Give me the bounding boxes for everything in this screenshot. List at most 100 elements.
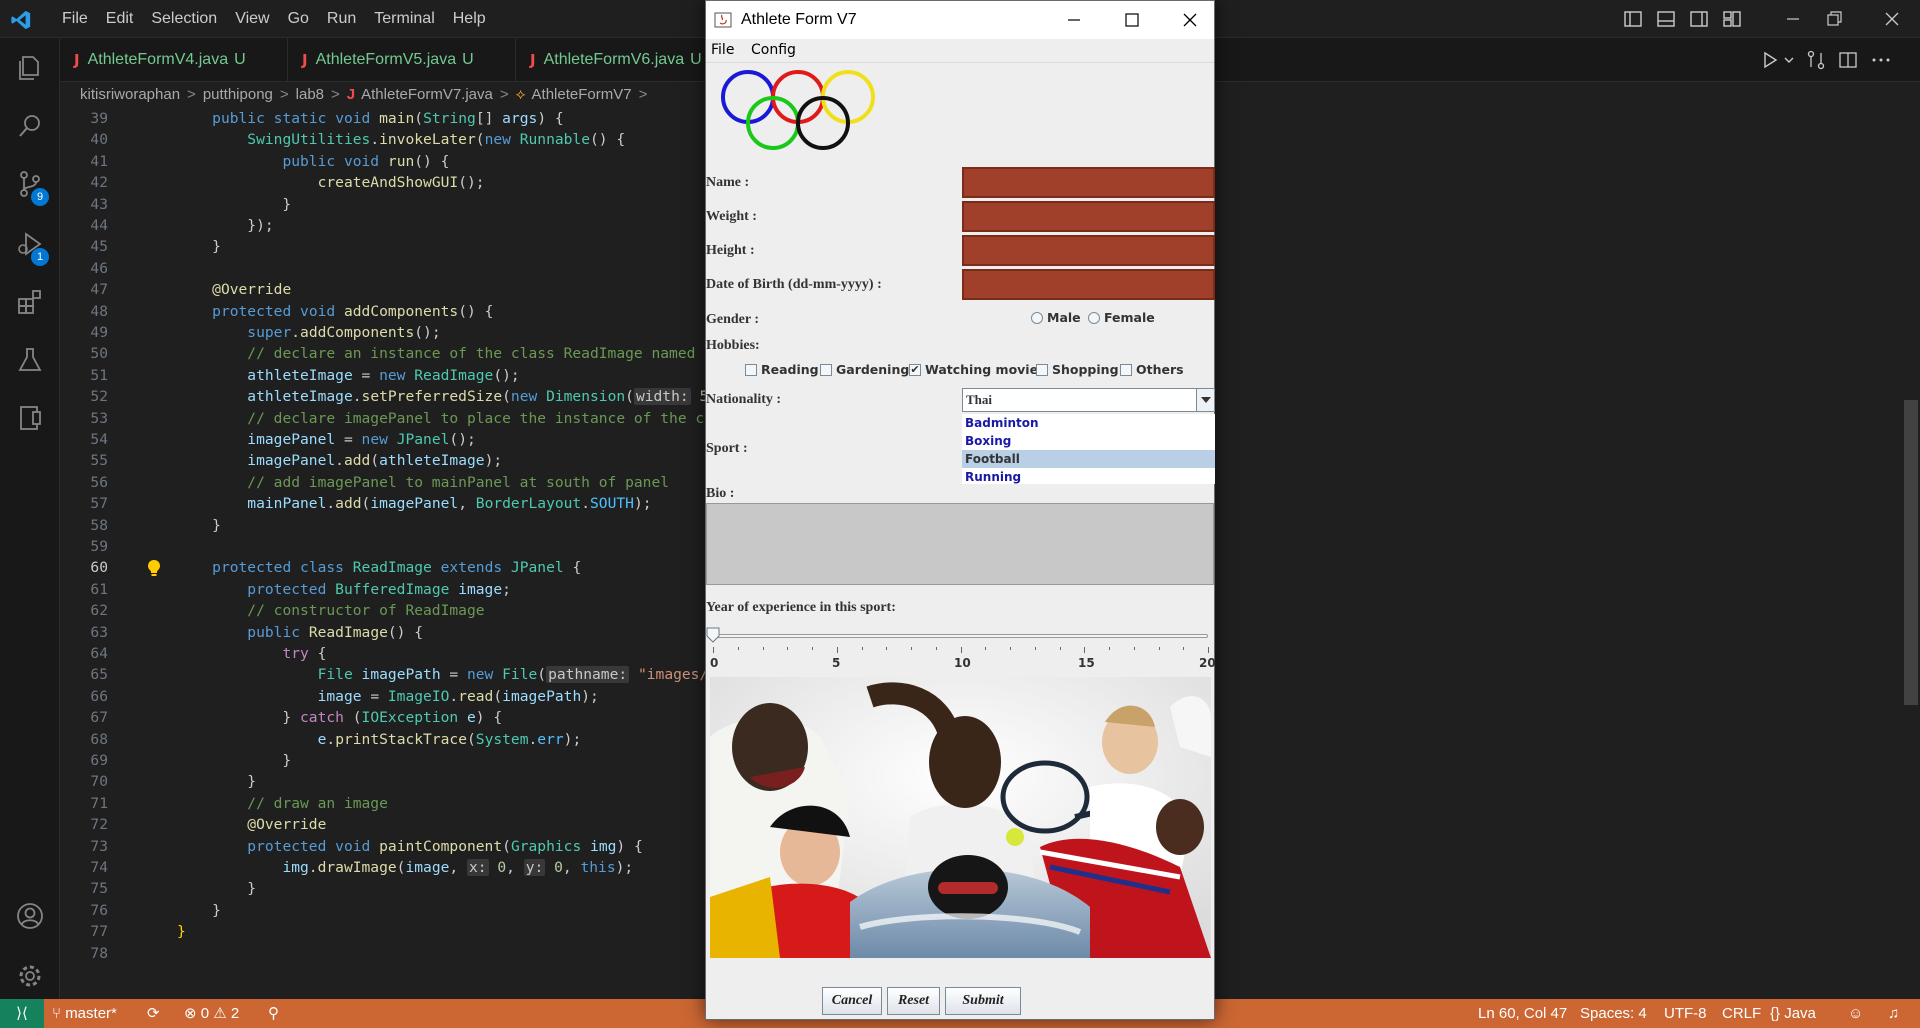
more-actions-icon[interactable]	[1870, 49, 1892, 71]
editor-scrollbar[interactable]	[1904, 400, 1918, 705]
breadcrumb-item[interactable]: AthleteFormV7.java	[361, 86, 493, 103]
encoding[interactable]: UTF-8	[1664, 999, 1707, 1028]
breadcrumb-item[interactable]: AthleteFormV7	[532, 86, 632, 103]
experience-slider-thumb[interactable]	[706, 627, 720, 643]
code-text: image = ImageIO.read(imagePath);	[317, 687, 599, 705]
menu-help[interactable]: Help	[444, 0, 495, 38]
window-restore-icon[interactable]	[1822, 7, 1846, 31]
reading-checkbox[interactable]	[745, 364, 757, 376]
slider-tick	[935, 647, 937, 650]
line-number: 70	[90, 773, 108, 791]
problems-indicator[interactable]: ⊗ 0 ⚠ 2	[184, 999, 239, 1028]
extensions-icon[interactable]	[14, 286, 46, 318]
reading-label: Reading	[761, 362, 819, 377]
tab-athleteformv5[interactable]: J AthleteFormV5.java U	[288, 38, 516, 82]
sport-item-football[interactable]: Football	[962, 450, 1215, 468]
chevron-down-icon[interactable]	[1782, 50, 1796, 70]
code-text: SwingUtilities.invokeLater(new Runnable(…	[247, 131, 626, 149]
watching-movies-checkbox[interactable]: ✔	[909, 364, 921, 376]
indentation[interactable]: Spaces: 4	[1580, 999, 1647, 1028]
cursor-position[interactable]: Ln 60, Col 47	[1478, 999, 1567, 1028]
menu-selection[interactable]: Selection	[142, 0, 226, 38]
reset-button[interactable]: Reset	[887, 987, 940, 1015]
menu-run[interactable]: Run	[318, 0, 365, 38]
menu-go[interactable]: Go	[279, 0, 318, 38]
code-text: athleteImage = new ReadImage();	[247, 366, 520, 384]
code-text: File imagePath = new File(pathname: "ima…	[317, 666, 735, 684]
window-close-icon[interactable]	[1167, 1, 1213, 39]
window-close-icon[interactable]	[1880, 7, 1904, 31]
bio-textarea[interactable]	[706, 503, 1214, 585]
name-field[interactable]	[962, 167, 1215, 198]
experience-slider-track[interactable]	[712, 634, 1208, 638]
java-file-icon: J	[302, 51, 308, 69]
nationality-combobox[interactable]: Thai	[962, 388, 1215, 412]
warning-icon: ⚠	[213, 1005, 227, 1022]
breadcrumb-item[interactable]: kitisriworaphan	[80, 86, 180, 103]
notifications-bell-icon[interactable]: ♫	[1888, 999, 1899, 1028]
search-icon[interactable]	[14, 110, 46, 142]
submit-button[interactable]: Submit	[945, 987, 1021, 1015]
debug-launch-icon[interactable]: ⚲	[268, 999, 279, 1028]
testing-icon[interactable]	[14, 344, 46, 376]
explorer-icon[interactable]	[14, 52, 46, 84]
height-field[interactable]	[962, 235, 1215, 266]
sport-item-running[interactable]: Running	[962, 468, 1215, 486]
code-text: }	[177, 901, 221, 919]
weight-field[interactable]	[962, 201, 1215, 232]
sport-list[interactable]: Badminton Boxing Football Running	[962, 414, 1215, 484]
split-editor-icon[interactable]	[1837, 49, 1859, 71]
sport-item-boxing[interactable]: Boxing	[962, 432, 1215, 450]
code-text: @Override	[247, 816, 327, 834]
toggle-primary-sidebar-icon[interactable]	[1621, 7, 1645, 31]
dropdown-arrow-icon[interactable]	[1196, 389, 1214, 411]
menu-edit[interactable]: Edit	[97, 0, 143, 38]
compare-icon[interactable]	[1805, 49, 1827, 71]
slider-tick	[812, 647, 813, 650]
lightbulb-icon[interactable]	[146, 559, 162, 577]
account-icon[interactable]	[14, 900, 46, 932]
cancel-button[interactable]: Cancel	[822, 987, 882, 1015]
settings-gear-icon[interactable]	[14, 960, 46, 992]
shopping-checkbox[interactable]	[1036, 364, 1048, 376]
dob-field[interactable]	[962, 269, 1215, 300]
form-menu-config[interactable]: Config	[751, 42, 796, 58]
window-titlebar[interactable]: Athlete Form V7	[706, 1, 1214, 39]
menu-file[interactable]: File	[53, 0, 97, 38]
window-minimize-icon[interactable]	[1781, 7, 1805, 31]
remote-indicator-icon[interactable]: ⟩⟨	[0, 999, 44, 1028]
code-text: imagePanel.add(athleteImage);	[247, 452, 503, 470]
sport-item-badminton[interactable]: Badminton	[962, 414, 1215, 432]
window-minimize-icon[interactable]	[1051, 1, 1097, 39]
toggle-secondary-sidebar-icon[interactable]	[1687, 7, 1711, 31]
line-ending[interactable]: CRLF	[1722, 999, 1761, 1028]
slider-tick-label: 15	[1078, 656, 1095, 670]
others-checkbox[interactable]	[1120, 364, 1132, 376]
breadcrumb-item[interactable]: putthipong	[203, 86, 273, 103]
run-debug-badge: 1	[31, 248, 49, 266]
customize-layout-icon[interactable]	[1720, 7, 1744, 31]
vscode-logo-icon	[11, 10, 31, 30]
menu-view[interactable]: View	[226, 0, 278, 38]
tab-athleteformv4[interactable]: J AthleteFormV4.java U	[60, 38, 288, 82]
toggle-panel-icon[interactable]	[1654, 7, 1678, 31]
remote-explorer-icon[interactable]	[14, 402, 46, 434]
menu-terminal[interactable]: Terminal	[365, 0, 443, 38]
male-radio[interactable]	[1031, 312, 1043, 324]
run-icon[interactable]	[1760, 50, 1780, 70]
line-number: 52	[90, 388, 108, 406]
code-text: super.addComponents();	[247, 324, 441, 341]
language-mode[interactable]: {} Java	[1770, 999, 1816, 1028]
weight-label: Weight :	[706, 209, 757, 224]
breadcrumb-item[interactable]: lab8	[296, 86, 324, 103]
feedback-icon[interactable]: ☺	[1848, 999, 1863, 1028]
sync-icon[interactable]: ⟳	[147, 999, 160, 1028]
line-number: 62	[90, 602, 108, 620]
female-radio[interactable]	[1088, 312, 1100, 324]
window-maximize-icon[interactable]	[1109, 1, 1155, 39]
branch-indicator[interactable]: ⑂ master*	[52, 999, 117, 1028]
menu-bar: File Edit Selection View Go Run Terminal…	[53, 0, 495, 38]
code-text: protected void paintComponent(Graphics i…	[247, 837, 643, 855]
gardening-checkbox[interactable]	[820, 364, 832, 376]
form-menu-file[interactable]: File	[711, 42, 734, 58]
